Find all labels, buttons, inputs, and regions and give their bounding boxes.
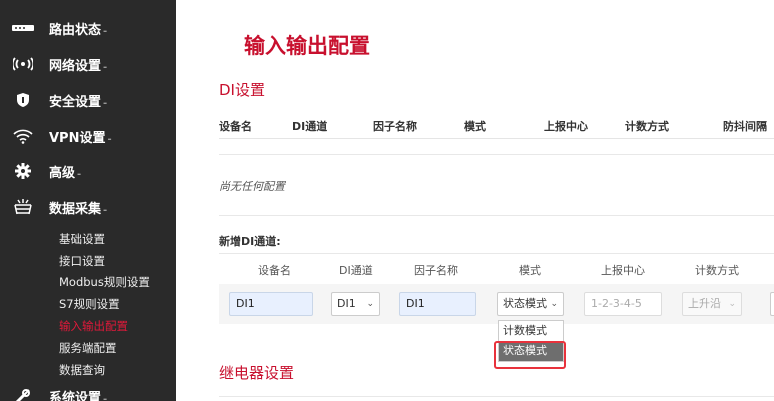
di-section-title: DI设置 (219, 81, 265, 99)
chevron-down-icon: ⌄ (366, 299, 374, 309)
empty-note: 尚无任何配置 (219, 180, 285, 193)
col-di-channel: DI通道 (292, 120, 328, 133)
form-col-report-center: 上报中心 (601, 264, 645, 277)
nav-security[interactable]: 安全设置 - (0, 85, 176, 115)
col-debounce: 防抖间隔 (723, 120, 767, 133)
router-status-icon (12, 20, 34, 36)
col-report-center: 上报中心 (544, 120, 588, 133)
di-table-header: 设备名 DI通道 因子名称 模式 上报中心 计数方式 防抖间隔 (219, 111, 774, 139)
nav-label: 路由状态 (49, 22, 102, 38)
nav-label: 系统设置 (49, 390, 102, 401)
sub-s7-rules[interactable]: S7规则设置 (59, 295, 120, 313)
factor-name-input[interactable]: DI1 (399, 292, 476, 316)
form-col-mode: 模式 (519, 264, 541, 277)
form-col-di-channel: DI通道 (339, 264, 373, 277)
sub-modbus-rules[interactable]: Modbus规则设置 (59, 273, 150, 291)
nav-label: VPN设置 (49, 130, 106, 146)
mode-value: 状态模式 (503, 297, 547, 310)
add-di-label: 新增DI通道: (219, 235, 281, 248)
report-center-input[interactable]: 1-2-3-4-5 (584, 292, 662, 316)
data-collect-icon (12, 199, 34, 215)
divider (219, 154, 774, 155)
nav-label: 网络设置 (49, 58, 102, 74)
col-mode: 模式 (464, 120, 486, 133)
sub-data-query[interactable]: 数据查询 (59, 361, 105, 379)
nav-system-settings[interactable]: 系统设置 - (0, 381, 176, 401)
col-device-name: 设备名 (219, 120, 252, 133)
mode-option-count[interactable]: 计数模式 (499, 321, 563, 341)
form-col-factor-name: 因子名称 (414, 264, 458, 277)
divider (219, 253, 774, 254)
caret: - (103, 204, 108, 216)
col-factor-name: 因子名称 (373, 120, 417, 133)
mode-select[interactable]: 状态模式 ⌄ (497, 292, 564, 316)
caret: - (103, 61, 108, 73)
wifi-icon (12, 128, 34, 144)
divider (219, 396, 774, 397)
col-count-method: 计数方式 (625, 120, 669, 133)
relay-section-title: 继电器设置 (219, 364, 295, 382)
chevron-down-icon: ⌄ (728, 299, 736, 309)
caret: - (107, 133, 112, 145)
page-title: 输入输出配置 (244, 34, 370, 58)
shield-icon (12, 92, 34, 108)
nav-vpn[interactable]: VPN设置 - (0, 121, 176, 151)
nav-data-collection[interactable]: 数据采集 - (0, 192, 176, 222)
sub-interface-settings[interactable]: 接口设置 (59, 252, 105, 270)
form-col-device-name: 设备名 (258, 264, 291, 277)
count-method-value: 上升沿 (688, 297, 721, 310)
sidebar: 路由状态 - 网络设置 - 安全设置 - VPN设置 - 高级 - 数据采集 - 基础设置 … (0, 0, 176, 401)
nav-advanced[interactable]: 高级 - (0, 156, 176, 186)
caret: - (103, 25, 108, 37)
sub-server-config[interactable]: 服务端配置 (59, 339, 117, 357)
gear-icon (12, 163, 34, 179)
nav-network[interactable]: 网络设置 - (0, 49, 176, 79)
divider (219, 215, 774, 216)
form-col-count-method: 计数方式 (695, 264, 739, 277)
wrench-icon (12, 388, 34, 401)
chevron-down-icon: ⌄ (550, 299, 558, 309)
count-method-select[interactable]: 上升沿 ⌄ (682, 292, 742, 316)
caret: - (103, 97, 108, 109)
device-name-input[interactable]: DI1 (229, 292, 313, 316)
sub-io-config[interactable]: 输入输出配置 (59, 317, 128, 335)
main-content: 输入输出配置 DI设置 设备名 DI通道 因子名称 模式 上报中心 计数方式 防… (176, 0, 774, 401)
wireless-icon (12, 56, 34, 72)
nav-router-status[interactable]: 路由状态 - (0, 13, 176, 43)
nav-label: 安全设置 (49, 94, 102, 110)
caret: - (103, 393, 108, 401)
nav-label: 数据采集 (49, 201, 102, 217)
di-channel-select[interactable]: DI1 ⌄ (331, 292, 380, 316)
highlight-box (494, 341, 566, 369)
debounce-input[interactable] (770, 292, 774, 316)
nav-label: 高级 (49, 165, 76, 181)
sub-basic-settings[interactable]: 基础设置 (59, 230, 105, 248)
caret: - (77, 168, 82, 180)
di-channel-value: DI1 (337, 297, 356, 310)
